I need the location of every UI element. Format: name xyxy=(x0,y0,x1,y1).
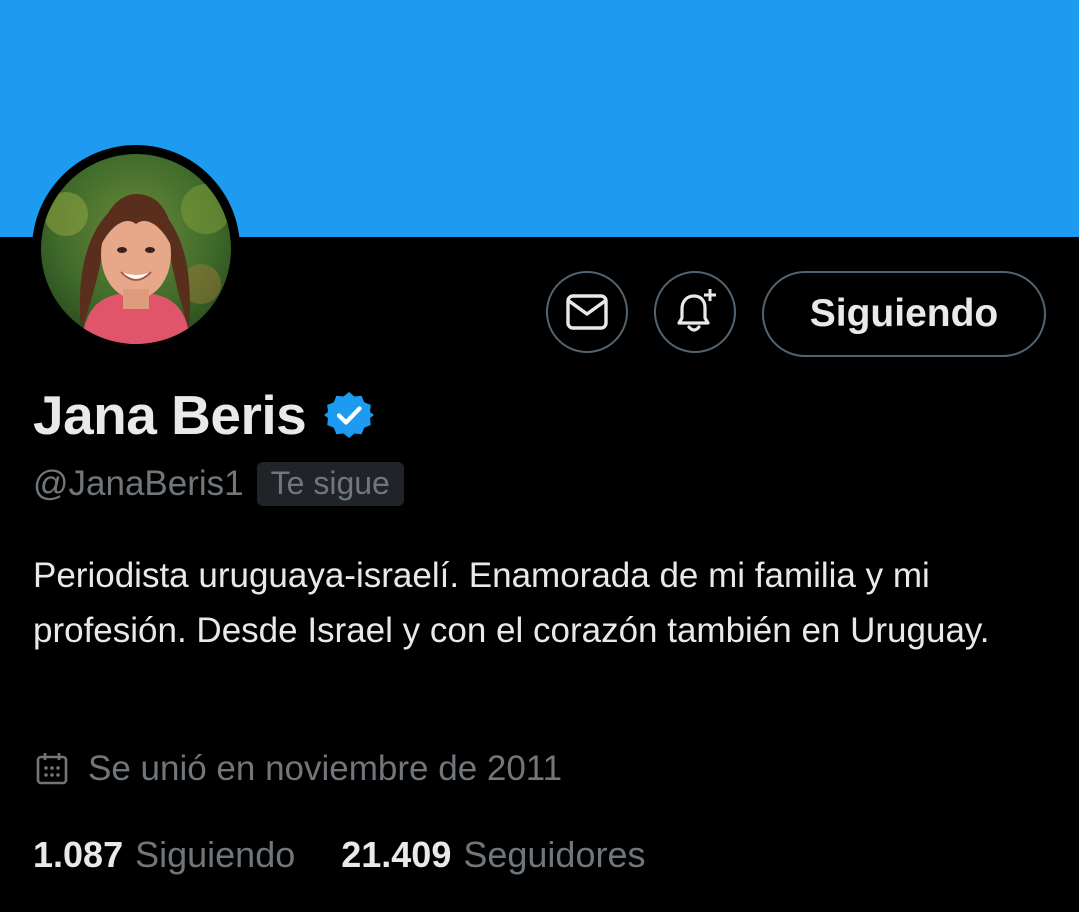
profile-bio: Periodista uruguaya-israelí. Enamorada d… xyxy=(33,556,990,650)
followers-count: 21.409 xyxy=(341,834,452,875)
follows-you-badge: Te sigue xyxy=(256,462,404,506)
joined-date: Se unió en noviembre de 2011 xyxy=(88,749,563,788)
verified-badge-icon[interactable] xyxy=(324,390,375,440)
notify-button[interactable] xyxy=(654,271,736,353)
profile-handle: @JanaBeris1 xyxy=(33,464,244,503)
following-stat-link[interactable]: 1.087 Siguiendo xyxy=(33,834,295,876)
joined-row: Se unió en noviembre de 2011 xyxy=(34,749,562,789)
bell-plus-icon xyxy=(677,289,716,332)
profile-name-row: Jana Beris xyxy=(33,383,375,447)
followers-stat-link[interactable]: 21.409 Seguidores xyxy=(341,834,645,876)
following-label: Siguiendo xyxy=(135,834,296,875)
message-button[interactable] xyxy=(546,271,628,353)
avatar-photo xyxy=(41,154,231,344)
following-count: 1.087 xyxy=(33,834,124,875)
handle-row: @JanaBeris1 Te sigue xyxy=(33,462,404,506)
calendar-icon xyxy=(36,753,68,785)
following-button[interactable]: Siguiendo xyxy=(762,271,1046,357)
followers-label: Seguidores xyxy=(463,834,646,875)
follow-stats: 1.087 Siguiendo 21.409 Seguidores xyxy=(33,834,691,876)
avatar[interactable] xyxy=(32,145,240,353)
profile-name: Jana Beris xyxy=(33,384,307,446)
envelope-icon xyxy=(566,294,608,330)
